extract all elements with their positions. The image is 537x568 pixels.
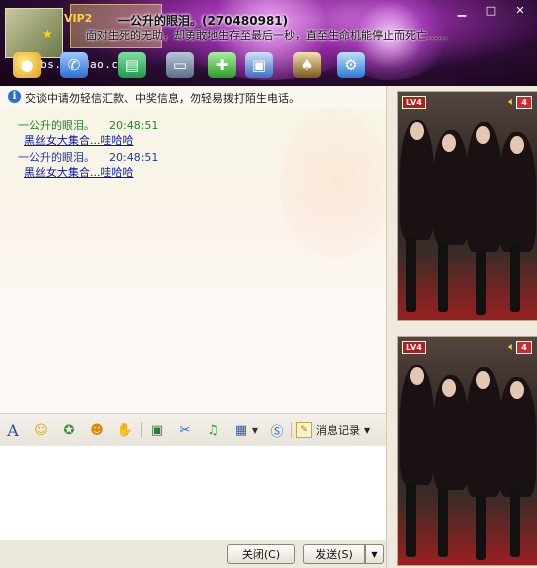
- photo-leg: [510, 242, 520, 312]
- action-bar: 关闭(C) 发送(S) ▼: [0, 540, 386, 568]
- notice-text: 交谈中请勿轻信汇款、中奖信息，勿轻易拨打陌生电话。: [25, 92, 300, 105]
- message-history[interactable]: 一公升的眼泪。 20:48:51 黑丝女大集合...哇哈哈 一公升的眼泪。 20:4…: [0, 108, 386, 413]
- count-badge: 4: [516, 96, 532, 109]
- image-icon[interactable]: ▣: [148, 421, 166, 439]
- message-body[interactable]: 黑丝女大集合...哇哈哈: [24, 132, 134, 148]
- message-history-button[interactable]: ✎ 消息记录 ▼: [296, 419, 370, 441]
- music-icon[interactable]: ♫: [204, 421, 222, 439]
- history-icon: ✎: [296, 422, 312, 438]
- photo-leg: [476, 495, 486, 560]
- minimize-button[interactable]: ▁: [452, 4, 472, 18]
- sms-icon[interactable]: Ⓢ: [268, 421, 286, 440]
- message-time: 20:48:51: [109, 119, 159, 132]
- photo-face: [510, 136, 524, 154]
- message-header: 一公升的眼泪。 20:48:51: [18, 149, 158, 165]
- gift-icon[interactable]: ✋: [116, 421, 134, 439]
- photo-leg: [438, 487, 448, 557]
- photo-face: [410, 367, 424, 385]
- history-label: 消息记录: [316, 424, 360, 437]
- photo-leg: [476, 250, 486, 315]
- chevron-down-icon: ▼: [364, 425, 371, 435]
- message-sender: 一公升的眼泪。: [18, 119, 95, 132]
- photo-face: [510, 381, 524, 399]
- settings-icon[interactable]: ⚙: [337, 52, 365, 78]
- background-deco: [280, 108, 386, 258]
- font-icon[interactable]: A: [4, 421, 22, 440]
- contact-qq-number: (270480981): [202, 14, 289, 28]
- contact-signature: 面对生死的无助，却勇敢地生存至最后一秒，直至生命机能停止而死亡......: [86, 29, 448, 42]
- message-sender: 一公升的眼泪。: [18, 151, 95, 164]
- send-options-button[interactable]: ▼: [365, 544, 384, 564]
- photo-face: [476, 126, 490, 144]
- format-toolbar: A ☺ ✪ ☻ ✋ ▣ ✂ ♫ ▦ ▼ Ⓢ ✎ 消息记录 ▼: [0, 413, 386, 447]
- contact-show-panel: LV4 🔈︎ 4 LV4 🔈︎ 4: [386, 86, 537, 568]
- level-badge: LV4: [402, 96, 426, 109]
- volume-icon[interactable]: 🔈︎: [508, 340, 515, 354]
- info-icon: i: [8, 90, 21, 103]
- video-chat-icon[interactable]: ●: [13, 52, 41, 78]
- photo-leg: [438, 242, 448, 312]
- vip-badge: VIP2: [64, 12, 93, 25]
- photo-face: [410, 122, 424, 140]
- app-icon[interactable]: ▦: [232, 421, 250, 439]
- screen-share-icon[interactable]: ▭: [166, 52, 194, 78]
- photo-leg: [406, 482, 416, 557]
- photo-leg: [510, 487, 520, 557]
- message-header: 一公升的眼泪。 20:48:51: [18, 117, 158, 133]
- voice-chat-icon[interactable]: ✆: [60, 52, 88, 78]
- maximize-button[interactable]: □: [481, 4, 501, 18]
- send-button[interactable]: 发送(S): [303, 544, 365, 564]
- nudge-icon[interactable]: ☻: [88, 421, 106, 439]
- photo-face: [476, 371, 490, 389]
- photo-face: [442, 134, 456, 152]
- close-button[interactable]: 关闭(C): [227, 544, 295, 564]
- message-body[interactable]: 黑丝女大集合...哇哈哈: [24, 164, 134, 180]
- contact-show-photo[interactable]: LV4 🔈︎ 4: [397, 91, 537, 321]
- message-input[interactable]: [0, 446, 386, 540]
- toolbar-separator: [141, 422, 142, 438]
- close-window-button[interactable]: ✕: [510, 4, 530, 18]
- level-badge: LV4: [402, 341, 426, 354]
- count-badge: 4: [516, 341, 532, 354]
- dropdown-arrow-icon[interactable]: ▼: [250, 421, 260, 439]
- photo-leg: [406, 237, 416, 312]
- app-center-icon[interactable]: ♠: [293, 52, 321, 78]
- photo-face: [442, 379, 456, 397]
- toolbar-separator: [291, 422, 292, 438]
- self-show-photo[interactable]: LV4 🔈︎ 4: [397, 336, 537, 566]
- magic-emoticon-icon[interactable]: ✪: [60, 421, 78, 439]
- remote-assist-icon[interactable]: ▣: [245, 52, 273, 78]
- add-contact-icon[interactable]: ✚: [208, 52, 236, 78]
- screenshot-icon[interactable]: ✂: [176, 421, 194, 439]
- emoticon-icon[interactable]: ☺: [32, 421, 50, 439]
- message-time: 20:48:51: [109, 151, 159, 164]
- chat-header: ★ VIP2 一公升的眼泪。(270480981) 面对生死的无助，却勇敢地生存…: [0, 0, 537, 86]
- security-notice: i 交谈中请勿轻信汇款、中奖信息，勿轻易拨打陌生电话。: [0, 86, 386, 109]
- contact-name: 一公升的眼泪。: [118, 14, 203, 28]
- contact-avatar[interactable]: [5, 8, 63, 58]
- volume-icon[interactable]: 🔈︎: [508, 95, 515, 109]
- send-file-icon[interactable]: ▤: [118, 52, 146, 78]
- star-icon: ★: [42, 27, 53, 41]
